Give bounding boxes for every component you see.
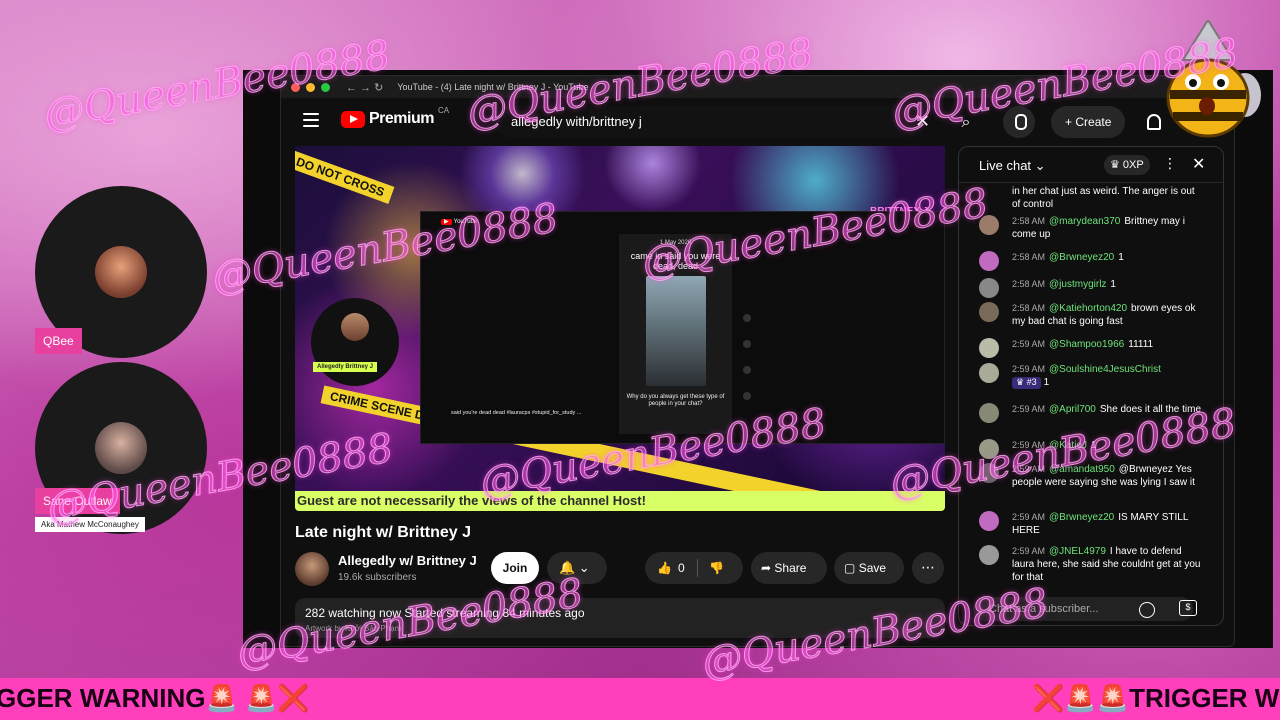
chat-menu-icon[interactable]: ⋮ <box>1163 155 1177 172</box>
chat-avatar <box>979 403 999 423</box>
close-window-button[interactable] <box>291 82 300 92</box>
save-button[interactable]: ▢ Save <box>834 552 904 584</box>
chat-avatar <box>979 439 999 459</box>
guest-disclaimer-banner: Guest are not necessarily the views of t… <box>295 491 945 511</box>
notification-bell-button[interactable]: 🔔 ⌄ <box>547 552 607 584</box>
chat-message: 2:59 AM @Soulshine4JesusChrist ♛ #3 1 <box>979 363 1204 389</box>
chat-message: 2:58 AM @Katiehorton420 brown eyes ok my b… <box>979 302 1204 328</box>
rank-badge: ♛ #3 <box>1012 377 1041 389</box>
guest-subtitle: Aka Mathew McConaughey <box>35 517 145 532</box>
host-name-tag: QBee <box>35 328 82 354</box>
mic-icon[interactable] <box>1003 106 1035 138</box>
chat-avatar <box>979 463 999 483</box>
live-chat-panel: Live chat ⌄ ♛ 0XP ⋮ ✕ in her chat just a… <box>958 146 1224 626</box>
chat-avatar <box>979 302 999 322</box>
logo-region: CA <box>437 106 450 115</box>
plus-icon: + <box>1065 115 1073 129</box>
chat-close-icon[interactable]: ✕ <box>1192 154 1205 174</box>
bee-mascot-icon <box>1166 20 1261 138</box>
chat-message: 2:59 AM @April700 She does it all the time <box>979 403 1204 423</box>
chat-avatar <box>979 545 999 565</box>
channel-avatar[interactable] <box>295 552 329 586</box>
shared-screen: ▶ YouTube 1 May 2026 came in said you wer… <box>420 211 945 444</box>
chat-avatar <box>979 363 999 383</box>
like-divider <box>697 559 698 577</box>
crime-tape-top: S DO NOT CROSS <box>295 146 395 204</box>
inner-photo <box>646 276 706 386</box>
more-actions-icon[interactable]: ⋯ <box>912 552 944 584</box>
host-avatar <box>95 246 147 298</box>
subscriber-count: 19.6k subscribers <box>338 572 417 583</box>
artwork-credit: Artwork by Khởi Bảo Phạm <box>305 624 402 633</box>
chat-messages: in her chat just as weird. The anger is … <box>959 183 1223 593</box>
video-player[interactable]: S DO NOT CROSS CRIME SCENE DO NOT CROSS … <box>295 146 945 491</box>
inner-caption: came in said you were dead, dead <box>630 251 721 271</box>
channel-name[interactable]: Allegedly w/ Brittney J <box>338 553 477 568</box>
share-label: Share <box>774 561 807 575</box>
chat-message: 2:59 AM @amandat950 @Brwneyez Yes people w… <box>979 463 1204 489</box>
maximize-window-button[interactable] <box>321 82 330 92</box>
dislike-icon[interactable]: 👎 <box>709 552 724 584</box>
chat-message: 2:58 AM @marydean370 Brittney may i come u… <box>979 215 1204 241</box>
inner-short-video: 1 May 2026 came in said you were dead, d… <box>619 234 732 434</box>
inner-date: 1 May 2026 <box>659 240 692 246</box>
description-box[interactable]: 282 watching now Started streaming 84 mi… <box>295 598 945 638</box>
minimize-window-button[interactable] <box>306 82 315 92</box>
chat-message: 2:59 AM @Shampoo1966 11111 <box>979 338 1204 358</box>
guest-avatar <box>95 422 147 474</box>
chat-message-continued: in her chat just as weird. The anger is … <box>979 185 1204 211</box>
share-icon: ➦ <box>761 561 772 575</box>
chat-avatar <box>979 338 999 358</box>
chat-message-text: in her chat just as weird. The anger is … <box>1012 186 1195 210</box>
emoji-icon[interactable] <box>1139 602 1155 618</box>
guest-name-tag: Sane Outlaw <box>35 488 120 514</box>
super-chat-icon[interactable]: $ <box>1179 600 1197 616</box>
inner-youtube-logo: ▶ YouTube <box>441 218 477 225</box>
inner-action-icons <box>743 314 753 418</box>
share-button[interactable]: ➦ Share <box>751 552 827 584</box>
xp-badge[interactable]: ♛ 0XP <box>1104 155 1150 175</box>
create-label: Create <box>1075 115 1112 129</box>
search-input[interactable]: allegedly with/brittney j <box>496 106 916 138</box>
guest-avatar-circle <box>311 298 399 386</box>
save-icon: ▢ <box>844 561 856 575</box>
browser-window: ← → ↻ YouTube - (4) Late night w/ Brittn… <box>280 75 1235 647</box>
chat-avatar <box>979 215 999 235</box>
chat-message: 2:59 AM @JNEL4979 I have to defend laura h… <box>979 545 1204 584</box>
trigger-warning-bar: GGER WARNING🚨 🚨❌ ❌🚨🚨TRIGGER W <box>0 678 1280 720</box>
chat-message: 2:58 AM @justmygirlz 1 <box>979 278 1204 298</box>
youtube-play-icon <box>341 110 365 128</box>
browser-titlebar: ← → ↻ YouTube - (4) Late night w/ Brittn… <box>281 76 1234 98</box>
chat-message: 2:59 AM @Brwneyez20 IS MARY STILL HERE <box>979 511 1204 537</box>
chat-message: 2:58 AM @Brwneyez20 1 <box>979 251 1204 271</box>
inner-question: Why do you always get these type of peop… <box>626 394 725 408</box>
join-button[interactable]: Join <box>491 552 539 584</box>
youtube-header: Premium CA allegedly with/brittney j ✕ ⌕… <box>281 98 1234 148</box>
inner-description: said you're dead dead #lauracps #stupid_… <box>451 410 582 416</box>
video-title: Late night w/ Brittney J <box>295 524 472 541</box>
nav-arrows[interactable]: ← → ↻ <box>346 81 383 94</box>
youtube-logo[interactable]: Premium CA <box>341 106 449 128</box>
tab-title[interactable]: YouTube - (4) Late night w/ Brittney J -… <box>397 82 588 92</box>
chat-input[interactable]: Chat as a subscriber... <box>973 597 1193 621</box>
chat-avatar <box>979 278 999 298</box>
chat-header: Live chat ⌄ ♛ 0XP ⋮ ✕ <box>959 147 1223 183</box>
logo-text: Premium <box>369 110 434 127</box>
like-count: 0 <box>678 561 685 575</box>
like-dislike-group: 👍 0 👎 <box>645 552 743 584</box>
create-button[interactable]: + Create <box>1051 106 1126 138</box>
guest-name-tag-overlay: Allegedly Brittney J <box>313 362 378 372</box>
chat-title-dropdown[interactable]: Live chat ⌄ <box>979 158 1046 174</box>
hamburger-menu-icon[interactable] <box>303 113 319 127</box>
chat-avatar <box>979 511 999 531</box>
stream-stats: 282 watching now Started streaming 84 mi… <box>305 606 585 620</box>
chat-avatar <box>979 251 999 271</box>
trigger-warning-text: GGER WARNING🚨 🚨❌ <box>0 683 310 713</box>
trigger-warning-text: ❌🚨🚨TRIGGER W <box>1032 683 1280 713</box>
search-button[interactable]: ⌕ <box>946 108 986 138</box>
chat-message: 2:59 AM @KatieJ 1 <box>979 439 1204 459</box>
clear-search-icon[interactable]: ✕ <box>915 111 930 132</box>
like-icon[interactable]: 👍 <box>657 552 672 584</box>
save-label: Save <box>858 561 887 575</box>
